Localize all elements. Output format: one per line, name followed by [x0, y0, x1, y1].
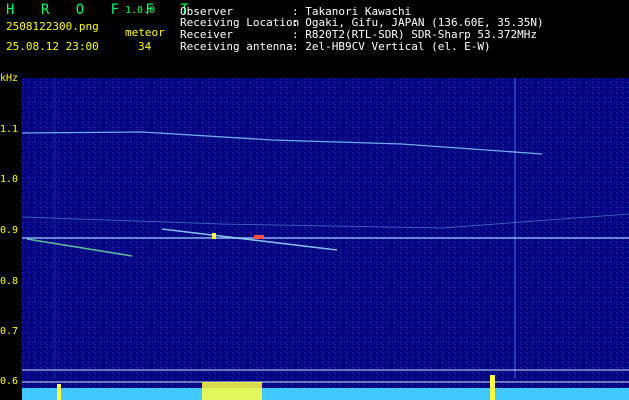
- app-version: 1.0.0: [125, 5, 156, 16]
- spectrogram: [22, 78, 629, 400]
- y-tick-label: 1.0: [0, 174, 19, 185]
- y-tick-label: 0.7: [0, 326, 19, 337]
- receiver-label: Receiver: [180, 28, 233, 41]
- signal-peak: [490, 375, 495, 400]
- capture-datetime: 25.08.12 23:00: [6, 40, 99, 53]
- y-tick-label: 0.8: [0, 276, 19, 287]
- meteor-label: meteor: [125, 26, 165, 39]
- app-brand: H R O F F T: [6, 2, 198, 18]
- signal-peak: [57, 384, 61, 400]
- meteor-head: [212, 233, 216, 239]
- capture-file: 2508122300.png: [6, 20, 99, 33]
- y-tick-label: 1.1: [0, 124, 19, 135]
- antenna-value: : 2el-HB9CV Vertical (el. E-W): [292, 40, 491, 53]
- antenna-label: Receiving antenna: [180, 40, 293, 53]
- signal-peak: [202, 382, 262, 400]
- location-value: : Ogaki, Gifu, JAPAN (136.60E, 35.35N): [292, 16, 544, 29]
- spectrogram-background: [22, 78, 629, 400]
- receiver-value: : R820T2(RTL-SDR) SDR-Sharp 53.372MHz: [292, 28, 538, 41]
- signal-strength-strip: [22, 388, 629, 400]
- meteor-head: [254, 235, 264, 239]
- y-tick-label: 0.6: [0, 376, 19, 387]
- location-label: Receiving Location: [180, 16, 300, 29]
- axis-unit-label: kHz: [0, 73, 19, 84]
- meteor-count: 34: [138, 40, 152, 53]
- y-tick-label: 0.9: [0, 225, 19, 236]
